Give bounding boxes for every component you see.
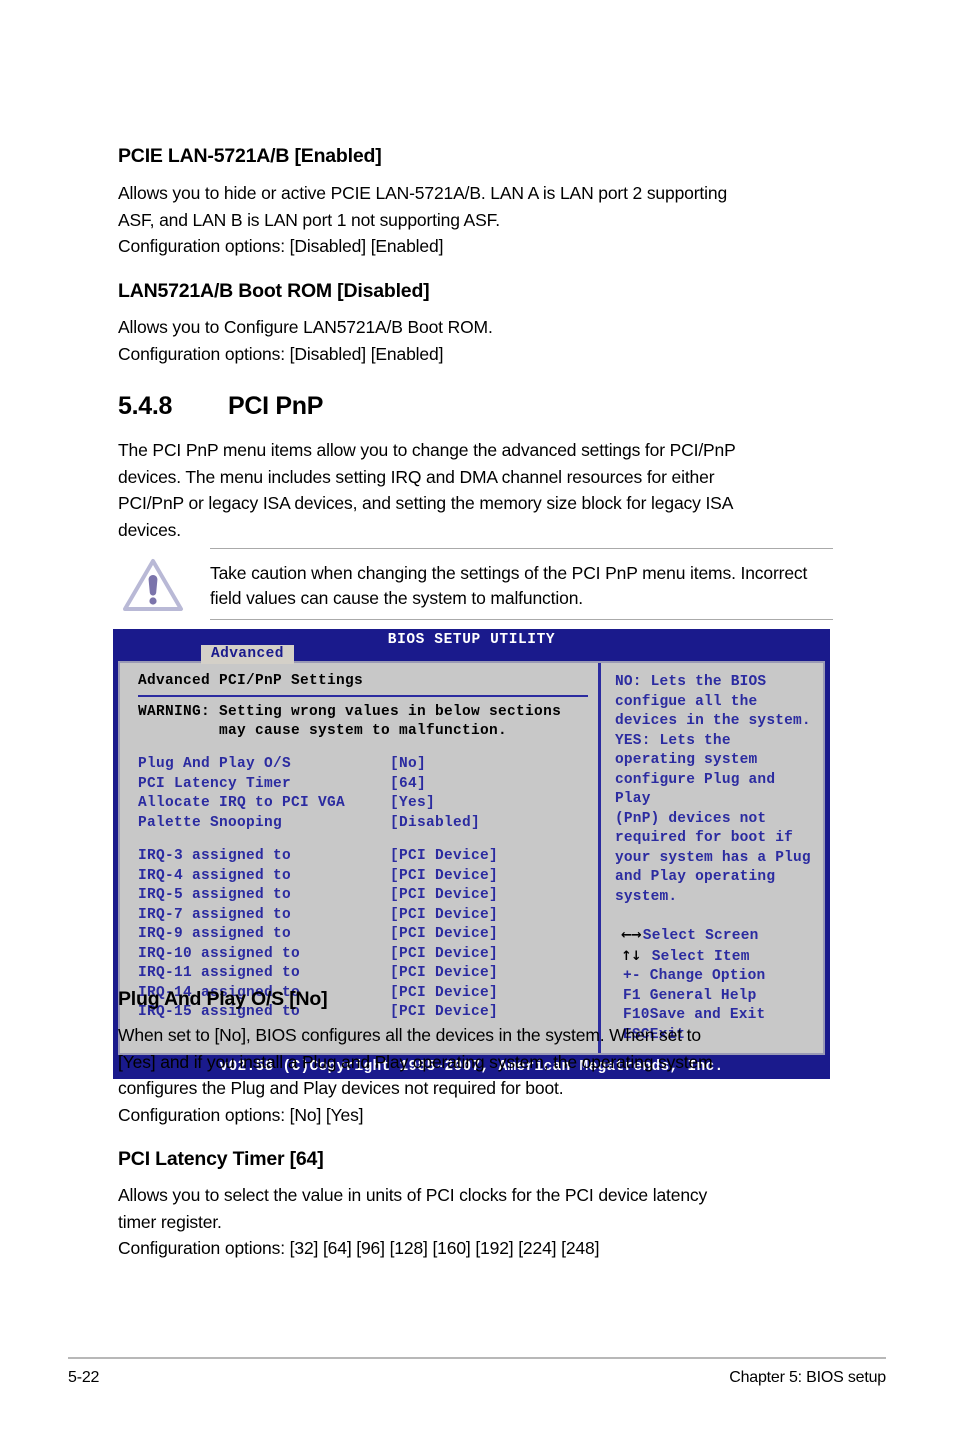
note-rule-bottom [210,619,833,620]
heading-lan-boot-rom: LAN5721A/B Boot ROM [Disabled] [118,280,430,302]
section-heading-pci-pnp: 5.4.8 PCI PnP [118,392,323,421]
irq-label: IRQ-3 assigned to [138,848,292,864]
irq-row[interactable]: IRQ-4 assigned to [PCI Device] [138,867,598,887]
irq-value: [PCI Device] [390,887,499,903]
warning-triangle-icon [118,557,210,613]
text-line: Allows you to select the value in units … [118,1185,708,1205]
irq-row[interactable]: IRQ-11 assigned to [PCI Device] [138,964,598,984]
text-line: Configuration options: [Disabled] [Enabl… [118,343,444,364]
setting-label: Allocate IRQ to PCI VGA [138,795,346,811]
irq-value: [PCI Device] [390,867,499,884]
paragraph-pci-pnp-intro: The PCI PnP menu items allow you to chan… [118,437,833,543]
irq-label: IRQ-4 assigned to [138,867,292,884]
text-line: devices. The menu includes setting IRQ a… [118,466,715,487]
key-name: +- [623,968,641,984]
heading-plug-and-play: Plug And Play O/S [No] [118,988,328,1010]
setting-label: Palette Snooping [138,814,283,831]
page-number: 5-22 [68,1369,100,1386]
arrow-left-right-icon: ←→ [621,928,642,943]
setting-value: [Yes] [390,795,436,811]
paragraph-plug-and-play: When set to [No], BIOS configures all th… [118,1022,833,1128]
text-line: When set to [No], BIOS configures all th… [118,1025,701,1045]
irq-row[interactable]: IRQ-7 assigned to [PCI Device] [138,906,598,926]
key-action: Select Item [642,948,750,965]
key-action: Change Option [640,968,766,984]
bios-setup-screen: BIOS SETUP UTILITY Advanced Advanced PCI… [113,629,830,1079]
text-line: timer register. [118,1211,222,1232]
irq-label: IRQ-11 assigned to [138,965,301,981]
key-action: General Help [640,987,757,1004]
text-line: Allows you to hide or active PCIE LAN-57… [118,183,728,203]
text-line: ASF, and LAN B is LAN port 1 not support… [118,209,500,230]
setting-row[interactable]: PCI Latency Timer [64] [138,775,598,795]
bios-settings-heading: Advanced PCI/PnP Settings [138,673,364,689]
heading-pci-latency-timer: PCI Latency Timer [64] [118,1148,324,1170]
irq-value: [PCI Device] [390,965,499,981]
irq-value: [PCI Device] [390,848,499,864]
setting-row[interactable]: Allocate IRQ to PCI VGA [Yes] [138,794,598,814]
key-legend-row: ←→ Select Screen [621,926,815,947]
irq-label: IRQ-7 assigned to [138,906,292,923]
paragraph-pci-latency-timer: Allows you to select the value in units … [118,1182,833,1262]
bios-title-bar: BIOS SETUP UTILITY Advanced [113,629,830,664]
irq-label: IRQ-9 assigned to [138,926,292,942]
text-line: PCI/PnP or legacy ISA devices, and setti… [118,493,734,513]
heading-pcie-lan: PCIE LAN-5721A/B [Enabled] [118,145,382,167]
bios-warning-line-1: WARNING: Setting wrong values in below s… [138,704,562,720]
text-line: The PCI PnP menu items allow you to chan… [118,440,736,460]
bios-help-text: NO: Lets the BIOS configue all the devic… [615,674,811,905]
irq-row[interactable]: IRQ-3 assigned to [PCI Device] [138,847,598,867]
key-legend-row: +- Change Option [621,967,815,987]
setting-label: Plug And Play O/S [138,756,292,772]
key-action: Select Screen [642,928,759,944]
section-number: 5.4.8 [118,392,173,420]
irq-row[interactable]: IRQ-9 assigned to [PCI Device] [138,925,598,945]
paragraph-lan-boot-rom: Allows you to Configure LAN5721A/B Boot … [118,314,833,367]
setting-value: [No] [390,756,427,772]
key-legend-row: ↑↓ Select Item [621,947,815,968]
setting-label: PCI Latency Timer [138,775,292,792]
bios-help-panel: NO: Lets the BIOS configue all the devic… [601,663,823,1053]
bios-warning-line-2: may cause system to malfunction. [138,723,508,739]
text-line: devices. [118,519,181,540]
setting-value: [64] [390,775,427,792]
text-line: [Yes] and if you install a Plug and Play… [118,1051,713,1072]
text-line: Configuration options: [32] [64] [96] [1… [118,1238,600,1258]
key-name: F1 [623,987,641,1004]
text-line: Take caution when changing the settings … [210,563,808,583]
paragraph-pcie-lan: Allows you to hide or active PCIE LAN-57… [118,180,833,260]
tab-advanced[interactable]: Advanced [201,645,294,664]
setting-row[interactable]: Plug And Play O/S [No] [138,755,598,775]
key-legend-row: F1 General Help [621,987,815,1007]
irq-value: [PCI Device] [390,926,499,942]
setting-row[interactable]: Palette Snooping [Disabled] [138,814,598,834]
irq-value: [PCI Device] [390,984,499,1001]
caution-note-box: Take caution when changing the settings … [118,548,833,620]
bios-heading-underline [138,695,588,697]
text-line: Allows you to Configure LAN5721A/B Boot … [118,317,493,337]
setting-value: [Disabled] [390,814,481,831]
irq-value: [PCI Device] [390,945,499,962]
document-page: PCIE LAN-5721A/B [Enabled] Allows you to… [0,0,954,1438]
irq-label: IRQ-5 assigned to [138,887,292,903]
text-line: Configuration options: [No] [Yes] [118,1104,364,1125]
text-line: Configuration options: [Disabled] [Enabl… [118,236,444,256]
arrow-up-down-icon: ↑↓ [621,948,642,964]
text-line: field values can cause the system to mal… [210,588,583,608]
irq-label: IRQ-10 assigned to [138,945,301,962]
text-line: configures the Plug and Play devices not… [118,1078,564,1098]
irq-value: [PCI Device] [390,1004,499,1020]
footer-chapter-label: Chapter 5: BIOS setup [729,1369,886,1386]
irq-row[interactable]: IRQ-5 assigned to [PCI Device] [138,886,598,906]
irq-value: [PCI Device] [390,906,499,923]
footer-rule [68,1357,886,1359]
caution-note-text: Take caution when changing the settings … [210,557,807,611]
irq-row[interactable]: IRQ-10 assigned to [PCI Device] [138,945,598,965]
section-title: PCI PnP [228,392,324,420]
bios-settings-list: Plug And Play O/S [No] PCI Latency Timer… [138,755,598,833]
